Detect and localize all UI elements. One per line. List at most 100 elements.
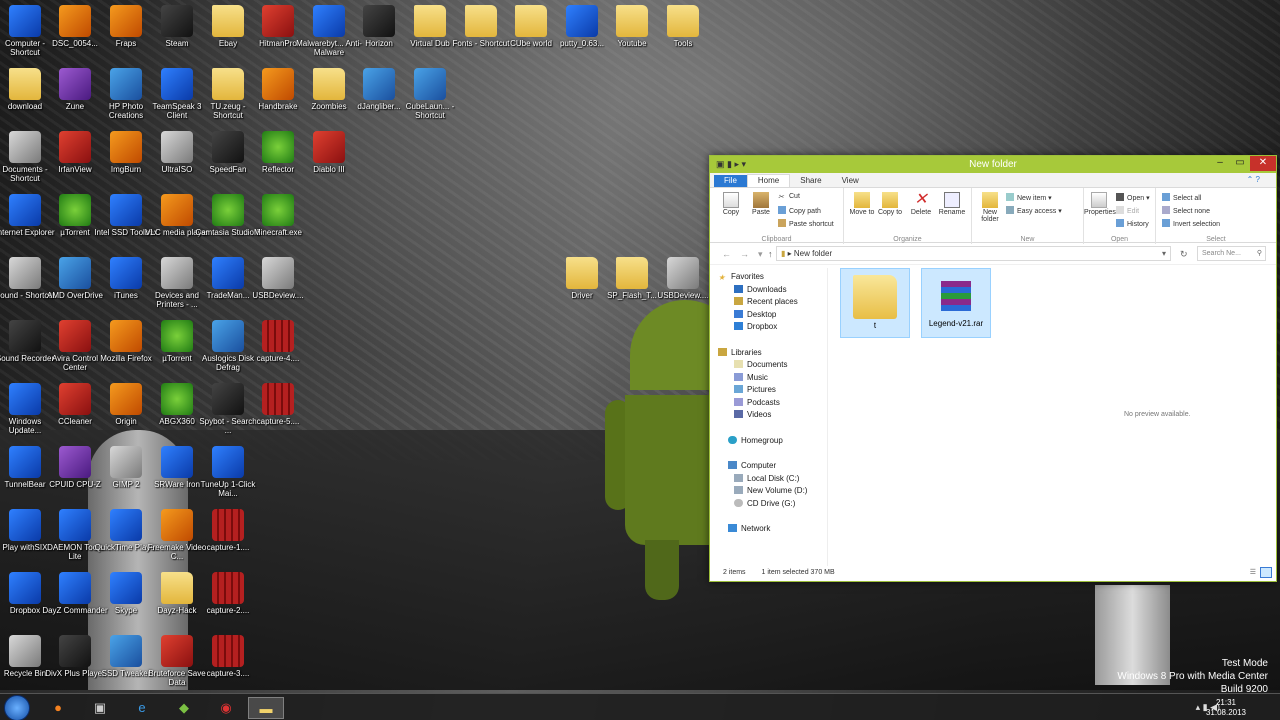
details-view-icon[interactable]: ☰ bbox=[1250, 564, 1256, 581]
rename-button[interactable]: Rename bbox=[936, 192, 968, 216]
nav-network[interactable]: Network bbox=[728, 524, 770, 533]
diablo-icon bbox=[313, 131, 345, 163]
nav-cd-drive-g[interactable]: CD Drive (G:) bbox=[734, 499, 795, 508]
invert-selection-button[interactable]: Invert selection bbox=[1162, 219, 1220, 228]
select-all-button[interactable]: Select all bbox=[1162, 193, 1201, 202]
desktop-icon-video-file[interactable]: capture-3.... bbox=[195, 635, 261, 678]
easy-access-button[interactable]: Easy access ▾ bbox=[1006, 206, 1062, 215]
desktop-icon-label: Devices and Printers - ... bbox=[154, 291, 200, 309]
desktop-icon-usbdeview[interactable]: USBDeview.... bbox=[245, 257, 311, 300]
copy-to-button[interactable]: Copy to bbox=[876, 192, 904, 216]
maximize-button[interactable]: ▭ bbox=[1230, 156, 1250, 171]
nav-podcasts[interactable]: Podcasts bbox=[734, 398, 780, 407]
help-icon[interactable]: ⌃ ? bbox=[1237, 174, 1270, 186]
properties-button[interactable]: Properties bbox=[1084, 192, 1116, 216]
forward-arrow-icon[interactable]: → bbox=[740, 249, 749, 259]
desktop-icon-video-file[interactable]: capture-5.... bbox=[245, 383, 311, 426]
taskbar-ie-icon[interactable]: e bbox=[124, 697, 160, 719]
nav-documents[interactable]: Documents bbox=[734, 360, 787, 369]
recent-locations-chevron-icon[interactable]: ▾ bbox=[758, 249, 763, 260]
ssd-tweaker-icon bbox=[110, 635, 142, 667]
taskbar-recorder-icon[interactable]: ◉ bbox=[208, 697, 244, 719]
delete-button[interactable]: ✕ Delete bbox=[906, 192, 936, 217]
nav-new-volume-d[interactable]: New Volume (D:) bbox=[734, 486, 807, 495]
new-folder-button[interactable]: New folder bbox=[976, 192, 1004, 223]
copy-button[interactable]: Copy bbox=[716, 192, 746, 216]
desktop-icon-cubelauncher[interactable]: CubeLaun... - Shortcut bbox=[397, 68, 463, 120]
taskbar-file-explorer-icon[interactable]: ▬ bbox=[248, 697, 284, 719]
clock-date: 31.08.2013 bbox=[1205, 708, 1246, 717]
nav-recent-places[interactable]: Recent places bbox=[734, 297, 798, 306]
refresh-icon[interactable]: ↻ bbox=[1180, 249, 1188, 260]
clock[interactable]: 21:31 31.08.2013 bbox=[1206, 698, 1246, 718]
nav-homegroup[interactable]: Homegroup bbox=[728, 436, 783, 445]
desktop-icon-folder[interactable]: Tools bbox=[650, 5, 716, 48]
desktop-icon-tuneup[interactable]: TuneUp 1-Click Mai... bbox=[195, 446, 261, 498]
desktop-icon-video-file[interactable]: capture-4.... bbox=[245, 320, 311, 363]
file-item-rar[interactable]: Legend-v21.rar bbox=[921, 268, 991, 338]
copy-path-button[interactable]: Copy path bbox=[778, 206, 821, 215]
xbox-icon bbox=[363, 5, 395, 37]
folder-icon bbox=[161, 572, 193, 604]
large-icons-view-icon[interactable] bbox=[1260, 567, 1272, 578]
nav-videos[interactable]: Videos bbox=[734, 410, 771, 419]
address-bar-row: ← → ▾ ↑ ▮ ▸ New folder ▾ ↻ Search Ne... ⚲ bbox=[710, 243, 1276, 265]
nav-libraries[interactable]: Libraries bbox=[718, 348, 762, 357]
file-item-folder[interactable]: t bbox=[840, 268, 910, 338]
desktop-icon-usbdeview[interactable]: USBDeview.... bbox=[650, 257, 716, 300]
explorer-window[interactable]: ▣ ▮ ▸ ▾ New folder – ▭ ✕ File Home Share… bbox=[709, 155, 1277, 582]
address-dropdown-icon[interactable]: ▾ bbox=[1162, 247, 1166, 260]
nav-pictures[interactable]: Pictures bbox=[734, 385, 776, 394]
itunes-icon bbox=[110, 257, 142, 289]
tab-file[interactable]: File bbox=[714, 175, 747, 187]
tab-view[interactable]: View bbox=[832, 175, 869, 187]
desktop-icon-label: Youtube bbox=[617, 39, 647, 48]
nav-dropbox[interactable]: Dropbox bbox=[734, 322, 777, 331]
nav-computer[interactable]: Computer bbox=[728, 461, 776, 470]
title-bar[interactable]: ▣ ▮ ▸ ▾ New folder – ▭ ✕ bbox=[710, 156, 1276, 173]
folder-icon bbox=[212, 5, 244, 37]
windows-update-icon bbox=[9, 383, 41, 415]
desktop-icon-label: HitmanPro bbox=[259, 39, 297, 48]
nav-local-disk-c[interactable]: Local Disk (C:) bbox=[734, 474, 799, 483]
open-button[interactable]: Open ▾ bbox=[1116, 193, 1150, 202]
desktop-icon-minecraft[interactable]: Minecraft.exe bbox=[245, 194, 311, 237]
taskbar-camtasia-icon[interactable]: ◆ bbox=[166, 697, 202, 719]
tab-home[interactable]: Home bbox=[746, 174, 791, 187]
nav-music[interactable]: Music bbox=[734, 373, 768, 382]
desktop-icon-diablo[interactable]: Diablo III bbox=[296, 131, 362, 174]
start-button[interactable] bbox=[4, 695, 30, 720]
back-arrow-icon[interactable]: ← bbox=[722, 249, 731, 259]
usbdeview-icon bbox=[667, 257, 699, 289]
move-to-button[interactable]: Move to bbox=[848, 192, 876, 216]
taskbar-firefox-icon[interactable]: ● bbox=[40, 697, 76, 719]
cut-button[interactable]: ✂ Cut bbox=[778, 193, 800, 201]
desktop-icon-label: TradeMan... bbox=[206, 291, 250, 300]
cpuz-icon bbox=[59, 446, 91, 478]
paste-button[interactable]: Paste bbox=[746, 192, 776, 216]
nav-desktop[interactable]: Desktop bbox=[734, 310, 776, 319]
freemake-icon bbox=[161, 509, 193, 541]
select-none-button[interactable]: Select none bbox=[1162, 206, 1210, 215]
desktop-icon-video-file[interactable]: capture-2.... bbox=[195, 572, 261, 615]
desktop-icon-label: Tools bbox=[673, 39, 693, 48]
edit-button[interactable]: Edit bbox=[1116, 206, 1139, 215]
tab-share[interactable]: Share bbox=[790, 175, 831, 187]
nav-downloads[interactable]: Downloads bbox=[734, 285, 787, 294]
nav-favorites[interactable]: ★ Favorites bbox=[718, 272, 764, 282]
up-arrow-icon[interactable]: ↑ bbox=[768, 249, 773, 259]
minimize-button[interactable]: – bbox=[1210, 156, 1230, 171]
new-item-button[interactable]: New item ▾ bbox=[1006, 193, 1052, 202]
folder-icon bbox=[515, 5, 547, 37]
taskbar-explorer-icon[interactable]: ▣ bbox=[82, 697, 118, 719]
desktop-icon-video-file[interactable]: capture-1.... bbox=[195, 509, 261, 552]
utorrent-icon bbox=[59, 194, 91, 226]
history-button[interactable]: History bbox=[1116, 219, 1149, 228]
paste-shortcut-button[interactable]: Paste shortcut bbox=[778, 219, 834, 228]
search-input[interactable]: Search Ne... ⚲ bbox=[1197, 246, 1266, 261]
navigation-pane: ★ Favorites Downloads Recent places Deskt… bbox=[710, 268, 828, 566]
close-button[interactable]: ✕ bbox=[1250, 156, 1276, 171]
address-bar[interactable]: ▮ ▸ New folder ▾ bbox=[776, 246, 1171, 261]
file-name: Legend-v21.rar bbox=[928, 319, 984, 328]
clock-time: 21:31 bbox=[1215, 698, 1236, 707]
